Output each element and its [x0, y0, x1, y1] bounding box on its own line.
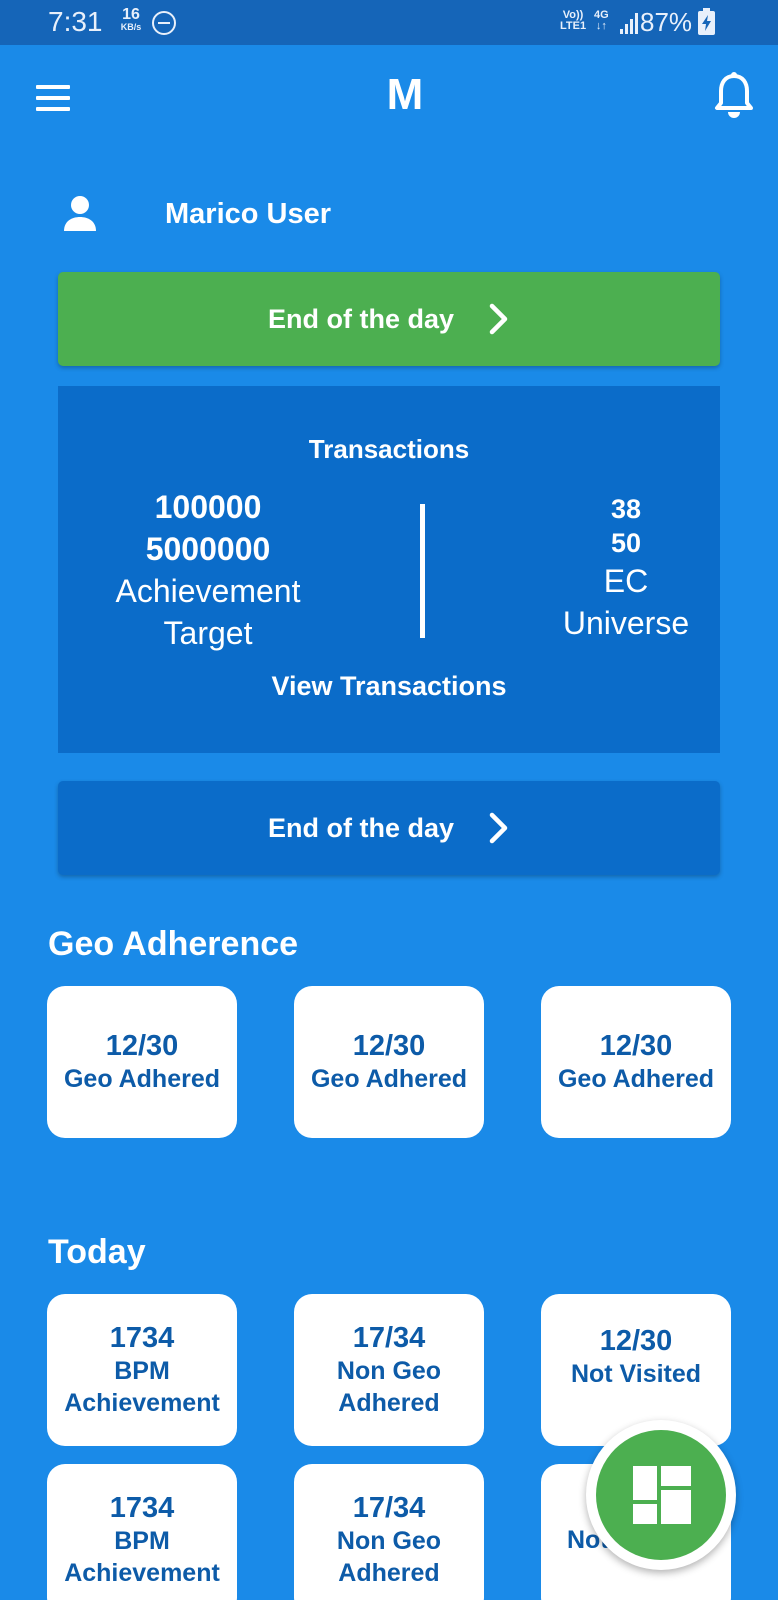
ec-value: 38	[610, 494, 642, 524]
tile-caption: Non Geo	[336, 1527, 442, 1555]
tile-caption: Geo Adhered	[63, 1065, 221, 1093]
tile-caption: Not Visited	[570, 1360, 702, 1388]
today-title: Today	[48, 1233, 146, 1271]
end-of-day-secondary-label: End of the day	[267, 812, 454, 843]
network-speed-value: 16	[122, 6, 140, 23]
transactions-title: Transactions	[308, 434, 470, 464]
tile-value: 12/30	[105, 1030, 179, 1062]
data-arrows: ↓↑	[595, 20, 607, 32]
transactions-divider	[420, 504, 425, 638]
geo-adherence-tile[interactable]: 12/30 Geo Adhered	[541, 986, 731, 1138]
tile-caption: BPM	[114, 1357, 170, 1385]
end-of-day-secondary-button[interactable]: End of the day	[58, 781, 720, 875]
end-of-day-button[interactable]: End of the day	[58, 272, 720, 366]
network-type-indicator: 4G ↓↑	[594, 10, 609, 32]
status-bar: 7:31 16 KB/s Vo)) LTE1 4G ↓↑ 87%	[0, 0, 778, 45]
tile-caption: Non Geo	[336, 1357, 442, 1385]
target-label: Target	[163, 615, 253, 651]
chevron-right-icon	[489, 812, 508, 844]
dashboard-fab[interactable]	[586, 1420, 736, 1570]
geo-adherence-title: Geo Adherence	[48, 925, 299, 963]
tile-value: 12/30	[599, 1030, 673, 1062]
tile-caption: BPM	[114, 1527, 170, 1555]
menu-icon[interactable]	[36, 85, 70, 111]
network-speed-unit: KB/s	[120, 22, 142, 32]
volte-indicator: Vo)) LTE1	[560, 10, 586, 32]
chevron-right-icon	[489, 303, 508, 335]
tile-caption: Achievement	[64, 1389, 220, 1417]
dashboard-icon	[633, 1466, 691, 1524]
today-tile[interactable]: 17/34 Non Geo Adhered	[294, 1464, 484, 1600]
battery-charging-icon	[698, 8, 715, 35]
user-name: Marico User	[165, 198, 332, 230]
tile-caption: Geo Adhered	[310, 1065, 468, 1093]
achievement-label: Achievement	[115, 573, 301, 609]
geo-adherence-tile[interactable]: 12/30 Geo Adhered	[47, 986, 237, 1138]
tile-caption: Adhered	[338, 1389, 440, 1417]
do-not-disturb-icon	[152, 11, 176, 35]
volte-line-2: LTE1	[560, 20, 587, 32]
tile-value: 1734	[109, 1492, 175, 1524]
tile-value: 17/34	[352, 1322, 426, 1354]
today-tile[interactable]: 1734 BPM Achievement	[47, 1464, 237, 1600]
network-speed: 16 KB/s	[116, 7, 146, 32]
today-tile[interactable]: 1734 BPM Achievement	[47, 1294, 237, 1446]
status-time: 7:31	[48, 6, 103, 37]
tile-caption: Geo Adhered	[557, 1065, 715, 1093]
app-logo: M	[386, 70, 424, 119]
tile-value: 17/34	[352, 1492, 426, 1524]
universe-label: Universe	[562, 605, 690, 641]
achievement-target-block: 100000 5000000 Achievement Target	[88, 486, 328, 654]
tile-caption: Adhered	[338, 1559, 440, 1587]
universe-value: 50	[610, 528, 642, 558]
signal-icon	[618, 12, 640, 34]
tile-value: 1734	[109, 1322, 175, 1354]
view-transactions-link[interactable]: View Transactions	[58, 671, 720, 702]
geo-adherence-tile[interactable]: 12/30 Geo Adhered	[294, 986, 484, 1138]
tile-value: 12/30	[599, 1325, 673, 1357]
transactions-card: Transactions 100000 5000000 Achievement …	[58, 386, 720, 753]
tile-caption: Achievement	[64, 1559, 220, 1587]
end-of-day-label: End of the day	[267, 303, 454, 334]
tile-value: 12/30	[352, 1030, 426, 1062]
achievement-value: 100000	[154, 489, 262, 525]
battery-percentage: 87%	[640, 7, 693, 37]
fab-inner	[596, 1430, 726, 1560]
bell-icon[interactable]	[714, 72, 754, 120]
ec-label: EC	[603, 563, 649, 599]
today-tile[interactable]: 17/34 Non Geo Adhered	[294, 1294, 484, 1446]
user-icon	[62, 195, 98, 233]
ec-universe-block: 38 50 EC Universe	[526, 492, 726, 644]
target-value: 5000000	[145, 531, 271, 567]
